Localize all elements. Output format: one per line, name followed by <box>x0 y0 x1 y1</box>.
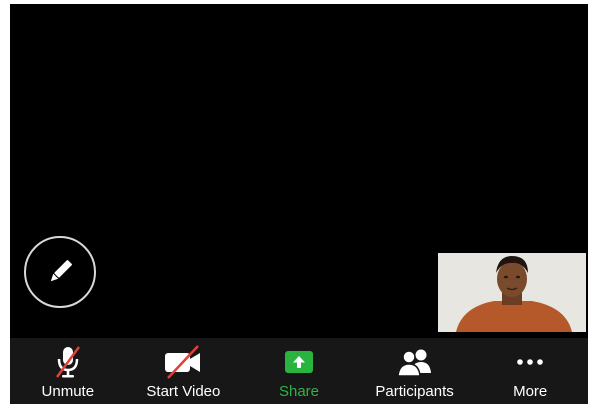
video-camera-off-icon <box>165 345 201 379</box>
share-button[interactable]: Share <box>241 338 357 404</box>
more-label: More <box>513 383 548 400</box>
participant-video-thumbnail <box>438 253 586 332</box>
participants-icon <box>396 349 431 377</box>
start-video-button[interactable]: Start Video <box>126 338 242 404</box>
more-dots-icon <box>517 359 543 365</box>
share-box <box>284 351 313 373</box>
microphone-muted-icon <box>55 346 80 378</box>
start-video-label: Start Video <box>146 383 221 400</box>
unmute-label: Unmute <box>41 383 95 400</box>
meeting-video-area: Unmute Start Video Share Participants Mo… <box>10 4 588 404</box>
meeting-toolbar: Unmute Start Video Share Participants Mo… <box>10 338 588 404</box>
more-button[interactable]: More <box>472 338 588 404</box>
share-label: Share <box>278 383 319 400</box>
annotate-button[interactable] <box>24 236 96 308</box>
pencil-icon <box>50 260 72 282</box>
share-arrow-up-icon <box>292 356 305 368</box>
participants-label: Participants <box>375 383 454 400</box>
unmute-button[interactable]: Unmute <box>10 338 126 404</box>
self-video-thumbnail[interactable] <box>438 253 586 332</box>
participants-button[interactable]: Participants <box>357 338 473 404</box>
